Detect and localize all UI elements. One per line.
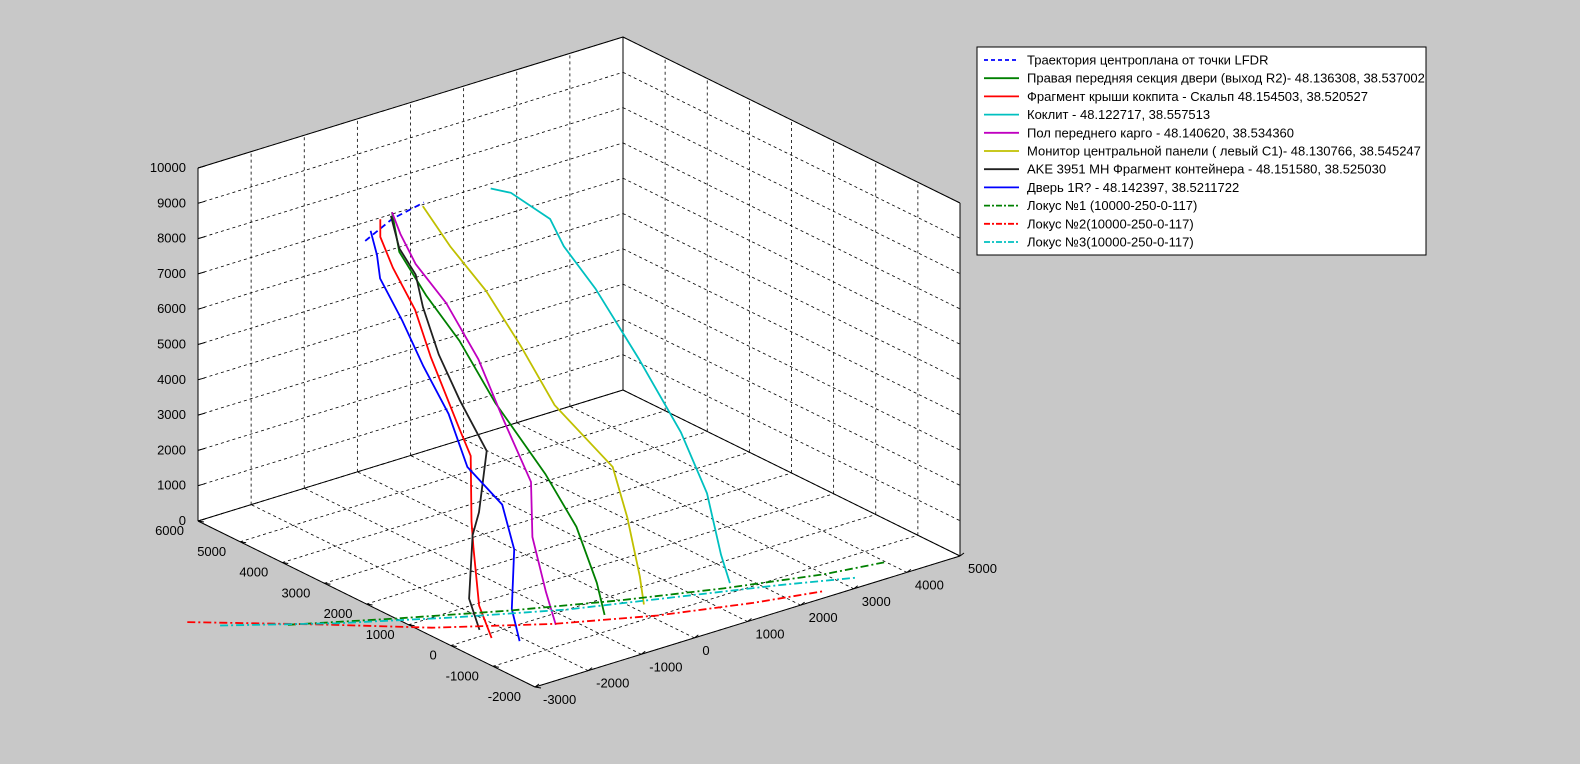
y-tick-label: 5000: [197, 544, 226, 559]
z-tick-label: 4000: [157, 372, 186, 387]
x-tick-label: 5000: [968, 561, 997, 576]
z-tick-label: 2000: [157, 442, 186, 457]
x-tick: [959, 552, 965, 557]
z-tick-label: 0: [179, 513, 186, 528]
x-tick-label: 0: [702, 643, 709, 658]
x-tick-label: -2000: [596, 676, 629, 691]
y-tick-label: 2000: [324, 606, 353, 621]
legend-label: Траектория центроплана от точки LFDR: [1027, 53, 1268, 68]
z-tick-label: 1000: [157, 478, 186, 493]
x-tick-label: 3000: [862, 594, 891, 609]
y-tick-label: 1000: [366, 627, 395, 642]
z-tick-label: 3000: [157, 407, 186, 422]
y-tick-label: 4000: [239, 565, 268, 580]
legend-label: Фрагмент крыши кокпита - Скальп 48.15450…: [1027, 89, 1368, 104]
x-tick-label: 2000: [809, 610, 838, 625]
y-tick: [534, 686, 542, 689]
legend-label: Локус №3(10000-250-0-117): [1027, 235, 1194, 250]
x-tick-label: -1000: [649, 659, 682, 674]
z-tick-label: 10000: [150, 160, 186, 175]
x-tick-label: -3000: [543, 692, 576, 707]
chart-canvas: -3000 -2000 -1000 0 1000 2000 3000 4000 5000 -200…: [150, 36, 1427, 707]
y-tick-label: 3000: [281, 585, 310, 600]
legend-label: Пол переднего карго - 48.140620, 38.5343…: [1027, 125, 1294, 140]
z-tick-label: 8000: [157, 231, 186, 246]
y-tick-label: -2000: [488, 689, 521, 704]
z-tick-label: 5000: [157, 337, 186, 352]
y-tick-label: -1000: [446, 668, 479, 683]
y-tick-label: 0: [430, 648, 437, 663]
legend-label: Монитор центральной панели ( левый С1)- …: [1027, 144, 1421, 159]
z-tick-label: 6000: [157, 301, 186, 316]
legend-label: Локус №2(10000-250-0-117): [1027, 216, 1194, 231]
legend: Траектория центроплана от точки LFDR Прав…: [976, 46, 1427, 256]
legend-label: Дверь 1R? - 48.142397, 38.5211722: [1027, 180, 1239, 195]
legend-label: Локус №1 (10000-250-0-117): [1027, 198, 1197, 213]
x-tick-label: 1000: [756, 627, 785, 642]
z-tick-label: 7000: [157, 266, 186, 281]
legend-label: AKE 3951 MH Фрагмент контейнера - 48.151…: [1027, 162, 1386, 177]
x-tick-label: 4000: [915, 577, 944, 592]
legend-label: Коклит - 48.122717, 38.557513: [1027, 107, 1210, 122]
z-tick-label: 9000: [157, 195, 186, 210]
axes-group: -3000 -2000 -1000 0 1000 2000 3000 4000 5000 -200…: [150, 36, 997, 707]
legend-label: Правая передняя секция двери (выход R2)-…: [1027, 71, 1425, 86]
